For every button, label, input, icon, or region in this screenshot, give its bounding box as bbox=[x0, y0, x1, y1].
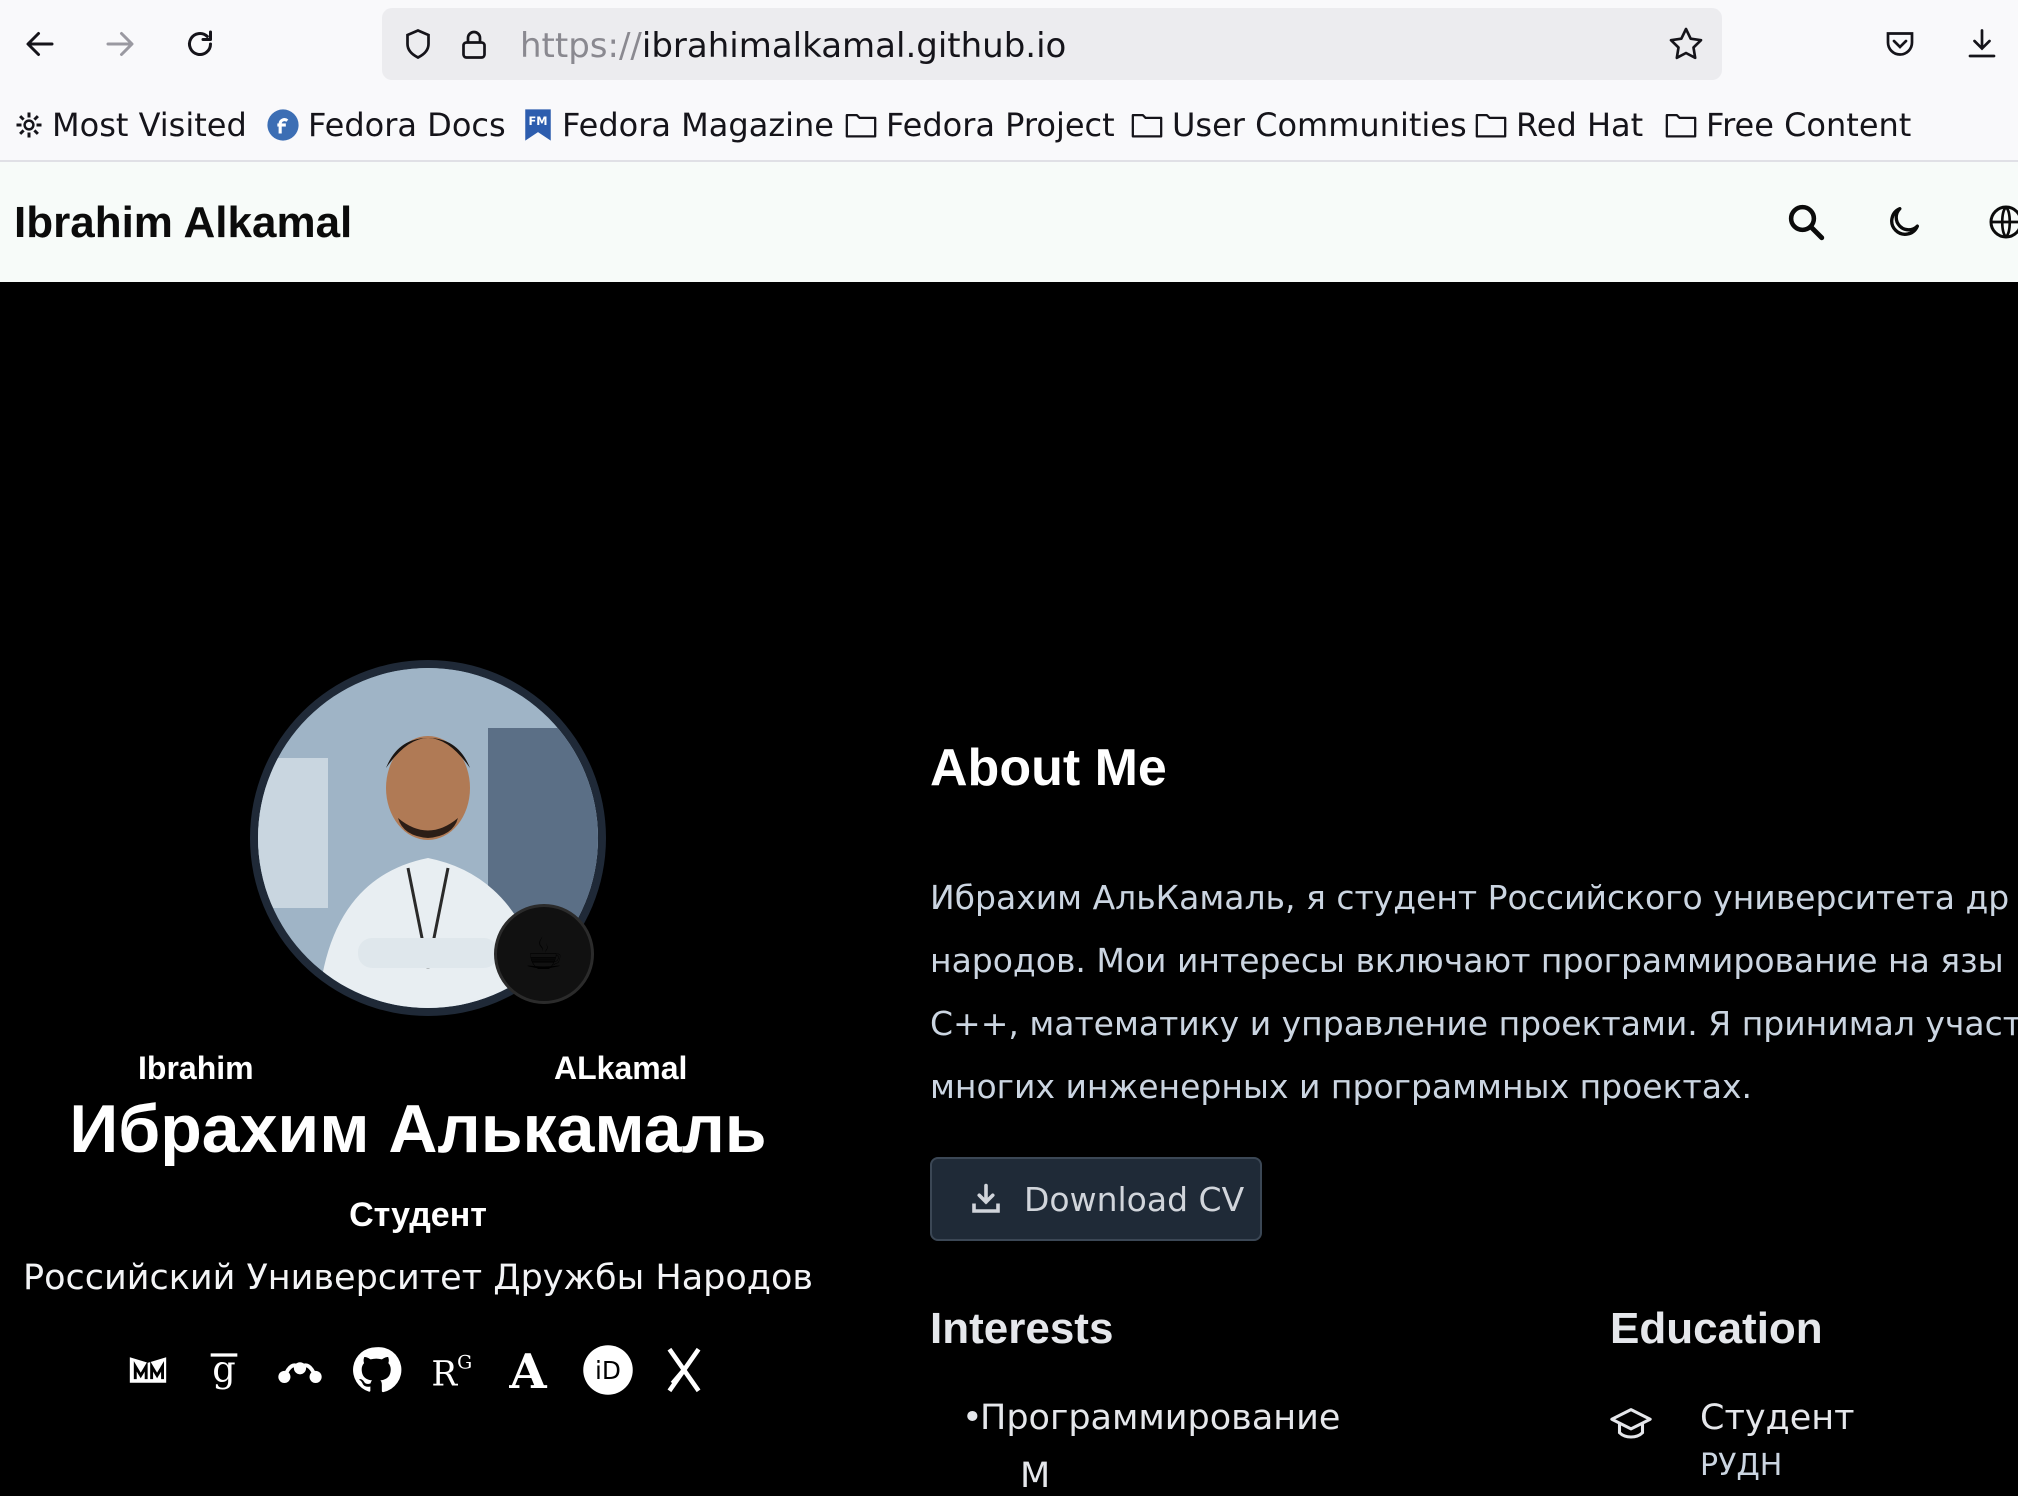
svg-text:iD: iD bbox=[595, 1356, 621, 1385]
browser-toolbar: https://ibrahimalkamal.github.io bbox=[0, 0, 2018, 90]
forward-button[interactable] bbox=[96, 20, 144, 68]
fedora-magazine-icon: FM bbox=[525, 109, 551, 141]
back-arrow-icon bbox=[26, 32, 54, 56]
email-link[interactable] bbox=[118, 1340, 178, 1400]
url-domain: ibrahimalkamal.github.io bbox=[641, 26, 1067, 66]
email-icon bbox=[129, 1357, 167, 1383]
bookmark-label: Fedora Project bbox=[886, 106, 1115, 144]
bookmark-label: Fedora Magazine bbox=[562, 106, 834, 144]
interest-item: М bbox=[1020, 1456, 1051, 1496]
shield-icon[interactable] bbox=[400, 26, 436, 62]
download-icon bbox=[1968, 29, 1996, 58]
url-text[interactable]: https://ibrahimalkamal.github.io bbox=[520, 26, 1066, 66]
bookmark-user-communities[interactable]: User Communities bbox=[1130, 104, 1467, 146]
coffee-icon: ☕ bbox=[524, 928, 564, 980]
researchgate-link[interactable]: RG bbox=[422, 1340, 482, 1400]
first-name: Ibrahim bbox=[138, 1050, 254, 1086]
x-twitter-link[interactable] bbox=[654, 1340, 714, 1400]
theme-toggle-button[interactable] bbox=[1878, 196, 1930, 248]
svg-text:FM: FM bbox=[528, 114, 547, 128]
orcid-link[interactable]: iD bbox=[578, 1340, 638, 1400]
profile-organization[interactable]: Российский Университет Дружбы Народов bbox=[0, 1258, 836, 1298]
globe-icon bbox=[1989, 205, 2018, 239]
moon-icon bbox=[1890, 207, 1919, 236]
social-links: g RG A iD bbox=[118, 1340, 718, 1400]
folder-icon bbox=[845, 113, 877, 138]
download-cv-button[interactable]: Download CV bbox=[930, 1157, 1262, 1241]
google-scholar-link[interactable]: g bbox=[194, 1340, 254, 1400]
download-icon bbox=[972, 1183, 1000, 1213]
lock-icon[interactable] bbox=[456, 26, 492, 62]
bio-line: Ибрахим АльКамаль, я студент Российского… bbox=[930, 878, 2010, 917]
folder-icon bbox=[1665, 113, 1697, 138]
interest-item: Программирование bbox=[962, 1398, 1340, 1438]
gear-icon bbox=[16, 112, 42, 138]
reload-icon bbox=[188, 30, 212, 56]
svg-text:A: A bbox=[508, 1346, 547, 1394]
bookmark-star-icon[interactable] bbox=[1666, 24, 1706, 64]
folder-icon bbox=[1131, 113, 1163, 138]
bookmark-free-content[interactable]: Free Content bbox=[1664, 104, 1911, 146]
interests-title: Interests bbox=[930, 1304, 1114, 1353]
search-icon bbox=[1788, 204, 1825, 241]
last-name: ALkamal bbox=[554, 1050, 688, 1086]
search-button[interactable] bbox=[1780, 196, 1832, 248]
bookmark-label: Most Visited bbox=[52, 106, 247, 144]
language-button[interactable] bbox=[1980, 196, 2018, 248]
status-badge: ☕ bbox=[494, 904, 594, 1004]
x-twitter-icon bbox=[667, 1347, 701, 1393]
education-title: Education bbox=[1610, 1304, 1823, 1353]
bookmark-most-visited[interactable]: Most Visited bbox=[14, 104, 247, 146]
back-button[interactable] bbox=[16, 20, 64, 68]
about-title: About Me bbox=[930, 739, 1167, 797]
bio-line: C++, математику и управление проектами. … bbox=[930, 1004, 2018, 1043]
education-degree: Студент bbox=[1700, 1398, 1855, 1438]
bookmarks-bar: Most Visited Fedora Docs FM Fedora Magaz… bbox=[0, 90, 2018, 162]
mendeley-icon bbox=[278, 1362, 322, 1383]
url-protocol: https:// bbox=[520, 26, 642, 66]
bookmark-label: Red Hat bbox=[1516, 106, 1644, 144]
reload-button[interactable] bbox=[176, 20, 224, 68]
svg-text:R: R bbox=[431, 1354, 458, 1392]
fedora-logo-icon bbox=[267, 109, 299, 141]
profile-role: Студент bbox=[349, 1196, 487, 1234]
education-school: РУДН bbox=[1700, 1448, 1783, 1483]
about-bio: Ибрахим АльКамаль, я студент Российского… bbox=[930, 866, 2018, 1118]
bookmark-label: User Communities bbox=[1172, 106, 1467, 144]
site-header: Ibrahim Alkamal bbox=[0, 162, 2018, 282]
pocket-button[interactable] bbox=[1876, 20, 1924, 68]
graduation-cap-icon bbox=[1610, 1408, 1652, 1439]
bookmark-label: Free Content bbox=[1706, 106, 1912, 144]
bookmark-red-hat[interactable]: Red Hat bbox=[1474, 104, 1643, 146]
github-icon bbox=[353, 1347, 402, 1393]
github-link[interactable] bbox=[346, 1340, 406, 1400]
academia-link[interactable]: A bbox=[498, 1340, 558, 1400]
pocket-icon bbox=[1886, 32, 1914, 56]
bio-line: народов. Мои интересы включают программи… bbox=[930, 941, 2004, 980]
orcid-icon: iD bbox=[583, 1345, 633, 1395]
forward-arrow-icon bbox=[106, 32, 134, 56]
download-cv-label: Download CV bbox=[1024, 1179, 1245, 1219]
academia-icon: A bbox=[508, 1346, 547, 1394]
profile-name: Ибрахим Алькамаль bbox=[69, 1091, 767, 1167]
bookmark-label: Fedora Docs bbox=[308, 106, 506, 144]
url-bar[interactable]: https://ibrahimalkamal.github.io bbox=[382, 8, 1722, 80]
mendeley-link[interactable] bbox=[270, 1340, 330, 1400]
bio-line: многих инженерных и программных проектах… bbox=[930, 1067, 1753, 1106]
bookmark-fedora-magazine[interactable]: FM Fedora Magazine bbox=[522, 104, 834, 146]
bookmark-fedora-project[interactable]: Fedora Project bbox=[844, 104, 1115, 146]
google-scholar-icon: g bbox=[210, 1348, 238, 1391]
downloads-button[interactable] bbox=[1958, 20, 2006, 68]
bookmark-fedora-docs[interactable]: Fedora Docs bbox=[266, 104, 506, 146]
svg-text:G: G bbox=[457, 1352, 472, 1373]
folder-icon bbox=[1475, 113, 1507, 138]
researchgate-icon: RG bbox=[431, 1352, 472, 1392]
site-title[interactable]: Ibrahim Alkamal bbox=[14, 198, 352, 248]
